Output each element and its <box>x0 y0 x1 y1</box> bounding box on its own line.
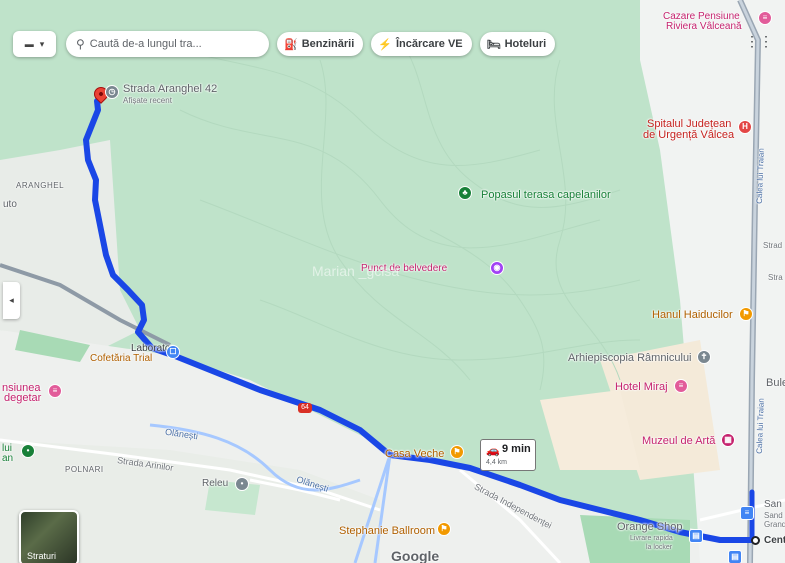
keyboard-icon: ▬ <box>24 39 34 49</box>
road-shield-badge: 64 <box>298 403 312 413</box>
map-label-grand: Grand <box>764 520 785 529</box>
map-label-strada-1: Strad <box>763 241 783 250</box>
map-label-orange-shop: Orange Shop <box>617 521 683 533</box>
map-label-popas: Popasul terasa capelanilor <box>481 189 611 201</box>
watermark-text: Marian _gcisa <box>312 263 400 279</box>
chevron-left-icon: ◂ <box>9 295 14 305</box>
search-placeholder: Caută de-a lungul tra... <box>89 38 202 50</box>
map-label-stephanie: Stephanie Ballroom <box>339 525 436 537</box>
cart-poi-icon[interactable]: ≡ <box>740 506 754 520</box>
map-label-cofetaria: Cofetăria Trial <box>90 353 153 364</box>
origin-note: Afișate recent <box>123 96 172 105</box>
church-poi-icon[interactable]: ✝ <box>697 350 711 364</box>
ev-charging-icon: ⚡ <box>378 38 392 51</box>
map-label-arhiepiscopia: Arhiepiscopia Râmnicului <box>568 352 692 364</box>
map-canvas[interactable]: Cazare Pensiune Riviera Vâlceană ≡ Spita… <box>0 0 785 563</box>
map-label-an: an <box>2 453 14 464</box>
google-logo: Google <box>391 548 440 563</box>
chip-benzinarii-label: Benzinării <box>301 38 355 50</box>
map-label-haiducilor: Hanul Haiducilor <box>652 309 733 321</box>
map-label-aranghel: ARANGHEL <box>16 181 65 190</box>
map-label-casa-veche: Casa Veche <box>385 448 445 460</box>
hotel-icon: 🛏 <box>486 38 501 51</box>
locker-poi-icon-2[interactable]: ▤ <box>728 550 742 563</box>
input-tools-button[interactable]: ▬ ▾ <box>13 31 56 57</box>
lodging-poi-icon[interactable]: ≡ <box>48 384 62 398</box>
destination-marker[interactable] <box>751 536 760 545</box>
chip-benzinarii[interactable]: ⛽ Benzinării <box>277 32 364 56</box>
map-label-strada-2: Stra <box>768 273 783 282</box>
casa-veche-poi-icon[interactable]: ⚑ <box>450 445 464 459</box>
map-label-calea-traian-2: Calea lui Traian <box>754 398 766 454</box>
green-poi-icon[interactable]: • <box>21 444 35 458</box>
map-label-calea-traian-1: Calea lui Traian <box>754 148 766 204</box>
chip-incarcare-ve-label: Încărcare VE <box>395 38 463 50</box>
top-toolbar: ▬ ▾ ⚲ Caută de-a lungul tra... ⛽ Benzină… <box>13 31 556 57</box>
map-label-auto: uto <box>3 199 17 210</box>
route-distance: 4,4 km <box>486 459 508 466</box>
origin-label[interactable]: Strada Aranghel 42 <box>123 83 217 95</box>
hotel-miraj-poi-icon[interactable]: ≡ <box>674 379 688 393</box>
map-label-hospital-line2: de Urgență Vâlcea <box>643 129 735 141</box>
shop-poi-icon[interactable]: ☐ <box>166 345 180 359</box>
chip-hoteluri-label: Hoteluri <box>504 38 547 50</box>
chip-incarcare-ve[interactable]: ⚡ Încărcare VE <box>371 32 472 56</box>
layers-button[interactable]: Straturi <box>19 510 79 563</box>
map-label-degetar: degetar <box>4 392 42 404</box>
layers-label: Straturi <box>27 551 57 561</box>
museum-poi-icon[interactable]: ▦ <box>721 433 735 447</box>
map-label-locker: la locker <box>646 544 673 551</box>
viewpoint-poi-icon[interactable]: ◉ <box>490 261 504 275</box>
dropdown-arrow-icon: ▾ <box>39 38 45 49</box>
releu-poi-icon[interactable]: • <box>235 477 249 491</box>
chip-hoteluri[interactable]: 🛏 Hoteluri <box>479 32 556 56</box>
map-label-riviera: Riviera Vâlceană <box>666 21 742 32</box>
locker-poi-icon[interactable]: ▤ <box>689 529 703 543</box>
apps-grid-icon[interactable]: ⋮⋮ <box>745 33 773 50</box>
map-label-releu: Releu <box>202 478 229 489</box>
recent-place-icon: ◷ <box>105 85 119 99</box>
route-duration: 9 min <box>502 443 531 455</box>
restaurant-poi-icon[interactable]: ⚑ <box>739 307 753 321</box>
ballroom-poi-icon[interactable]: ⚑ <box>437 522 451 536</box>
hotel-poi-icon[interactable]: ≡ <box>758 11 772 25</box>
gas-station-icon: ⛽ <box>284 38 298 51</box>
map-base-layer <box>0 0 785 563</box>
map-label-miraj: Hotel Miraj <box>615 381 668 393</box>
map-label-cent: Cent <box>764 535 785 546</box>
map-label-bule: Bule <box>766 377 785 389</box>
hospital-poi-icon[interactable]: H <box>738 120 752 134</box>
search-icon: ⚲ <box>76 37 85 51</box>
route-info-box[interactable]: 🚗 9 min 4,4 km <box>480 439 536 471</box>
map-label-muzeu: Muzeul de Artă <box>642 435 716 447</box>
map-label-polnari: POLNARI <box>65 465 104 474</box>
collapse-panel-button[interactable]: ◂ <box>3 282 20 319</box>
car-icon: 🚗 <box>486 445 500 457</box>
search-along-route-input[interactable]: ⚲ Caută de-a lungul tra... <box>66 31 269 57</box>
park-poi-icon[interactable]: ♣ <box>458 186 472 200</box>
